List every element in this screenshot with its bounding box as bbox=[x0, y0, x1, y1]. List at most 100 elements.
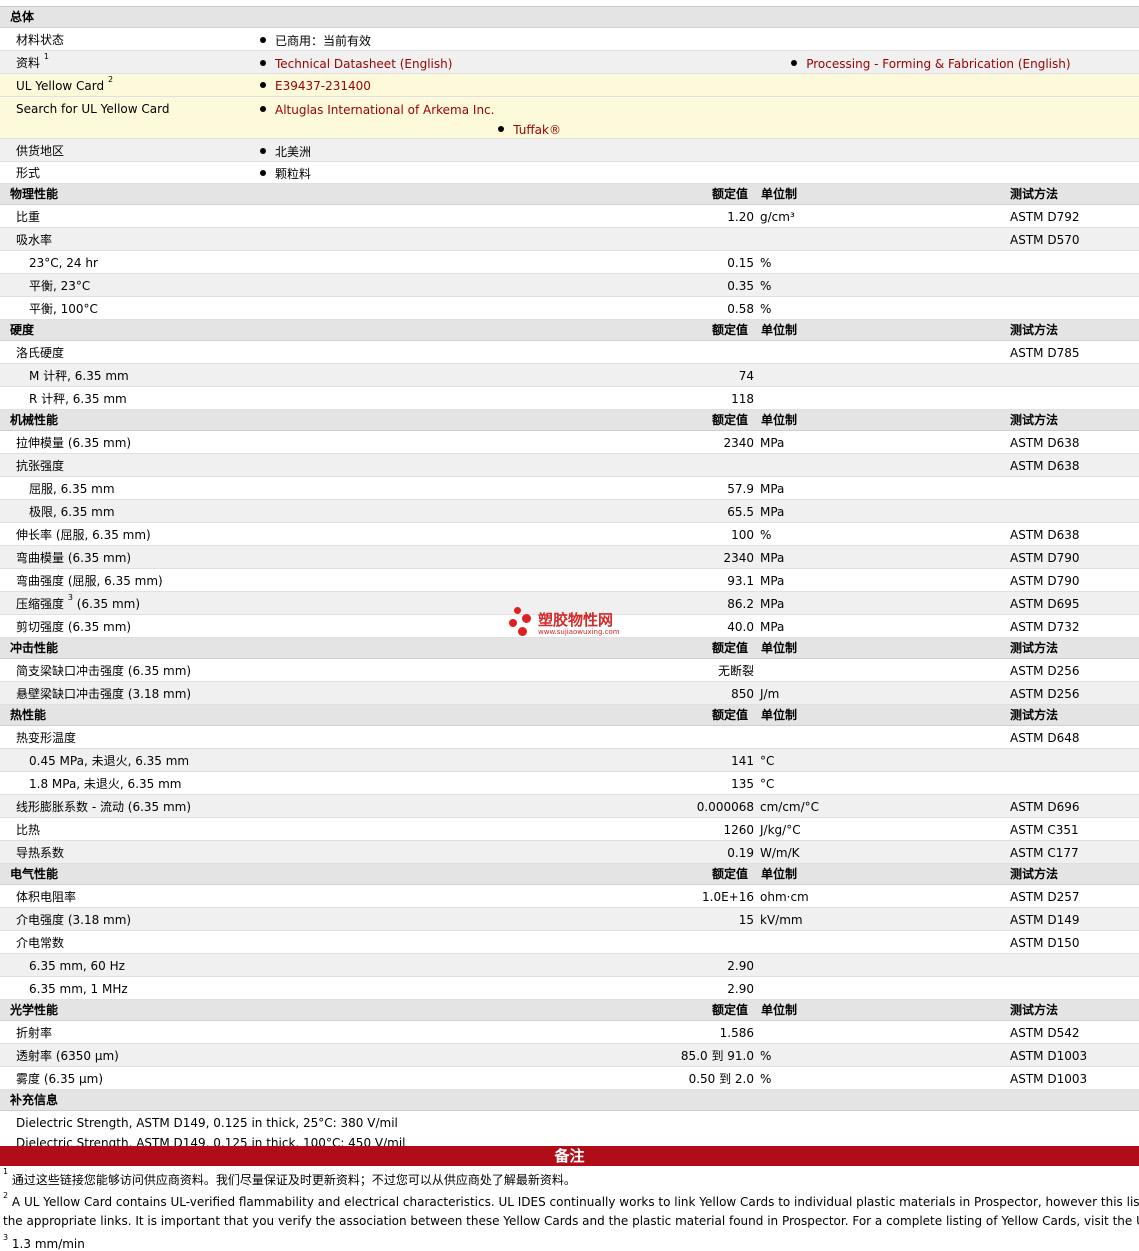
tuffak-link[interactable]: Tuffak® bbox=[498, 123, 561, 137]
property-label: 介电强度 (3.18 mm) bbox=[16, 913, 132, 927]
property-row: 6.35 mm, 60 Hz 2.90 bbox=[0, 954, 1139, 977]
row-value: 北美洲 bbox=[260, 145, 311, 159]
supplement-line: Dielectric Strength, ASTM D149, 0.125 in… bbox=[16, 1116, 398, 1130]
property-unit: ohm·cm bbox=[760, 890, 809, 904]
property-method: ASTM C351 bbox=[1010, 823, 1079, 837]
property-label: 雾度 (6.35 µm) bbox=[16, 1072, 104, 1086]
property-row: 平衡, 23°C 0.35% bbox=[0, 274, 1139, 297]
section-title: 电气性能 bbox=[10, 867, 59, 881]
property-label: 吸水率 bbox=[16, 233, 53, 247]
property-row: 热变形温度 ASTM D648 bbox=[0, 726, 1139, 749]
property-row: 吸水率 ASTM D570 bbox=[0, 228, 1139, 251]
property-method: ASTM D790 bbox=[1010, 574, 1080, 588]
row-label: 材料状态 bbox=[16, 33, 65, 47]
property-value: 0.19 bbox=[727, 846, 754, 860]
row-value: 已商用：当前有效 bbox=[260, 34, 371, 48]
ul-yellow-card-row: UL Yellow Card 2 E39437-231400 bbox=[0, 74, 1139, 97]
property-label: 屈服, 6.35 mm bbox=[29, 482, 115, 496]
property-row: M 计秤, 6.35 mm 74 bbox=[0, 364, 1139, 387]
property-value: 93.1 bbox=[727, 574, 754, 588]
property-method: ASTM D638 bbox=[1010, 436, 1080, 450]
property-unit: % bbox=[760, 1049, 772, 1063]
docs-row: 资料 1 Technical Datasheet (English) Proce… bbox=[0, 51, 1139, 74]
property-row: 平衡, 100°C 0.58% bbox=[0, 297, 1139, 320]
property-unit: MPa bbox=[760, 436, 785, 450]
altuglas-link[interactable]: Altuglas International of Arkema Inc. bbox=[260, 103, 494, 117]
row-label: 资料 1 bbox=[16, 52, 49, 70]
section-header: 硬度 额定值 单位制 测试方法 bbox=[0, 320, 1139, 341]
column-header-method: 测试方法 bbox=[1010, 641, 1059, 655]
property-label: 平衡, 23°C bbox=[29, 279, 91, 293]
column-header-value: 额定值 bbox=[712, 867, 749, 881]
property-label: R 计秤, 6.35 mm bbox=[29, 392, 127, 406]
property-method: ASTM D638 bbox=[1010, 528, 1080, 542]
property-method: ASTM D696 bbox=[1010, 800, 1080, 814]
property-value: 无断裂 bbox=[717, 664, 754, 678]
property-label: 悬壁梁缺口冲击强度 (3.18 mm) bbox=[16, 687, 192, 701]
property-value: 141 bbox=[731, 754, 754, 768]
property-label: 弯曲模量 (6.35 mm) bbox=[16, 551, 132, 565]
note-2: 2 A UL Yellow Card contains UL-verified … bbox=[3, 1191, 1139, 1209]
ul-card-link[interactable]: E39437-231400 bbox=[260, 79, 371, 93]
section-title: 总体 bbox=[10, 10, 35, 24]
property-row: 简支梁缺口冲击强度 (6.35 mm) 无断裂 ASTM D256 bbox=[0, 659, 1139, 682]
form-row: 形式 颗粒料 bbox=[0, 162, 1139, 184]
property-label: 抗张强度 bbox=[16, 459, 65, 473]
property-unit: MPa bbox=[760, 597, 785, 611]
column-header-unit: 单位制 bbox=[761, 867, 798, 881]
section-title: 硬度 bbox=[10, 323, 35, 337]
property-label: 透射率 (6350 µm) bbox=[16, 1049, 119, 1063]
column-header-unit: 单位制 bbox=[761, 413, 798, 427]
property-method: ASTM D1003 bbox=[1010, 1072, 1088, 1086]
property-label: 拉伸模量 (6.35 mm) bbox=[16, 436, 132, 450]
property-row: 弯曲模量 (6.35 mm) 2340 MPa ASTM D790 bbox=[0, 546, 1139, 569]
section-header: 电气性能 额定值 单位制 测试方法 bbox=[0, 864, 1139, 885]
property-row: R 计秤, 6.35 mm 118 bbox=[0, 387, 1139, 410]
property-label: 比重 bbox=[16, 210, 41, 224]
column-header-value: 额定值 bbox=[712, 1003, 749, 1017]
property-row: 雾度 (6.35 µm) 0.50 到 2.0% ASTM D1003 bbox=[0, 1067, 1139, 1090]
property-method: ASTM D638 bbox=[1010, 459, 1080, 473]
property-row: 抗张强度 ASTM D638 bbox=[0, 454, 1139, 477]
column-header-method: 测试方法 bbox=[1010, 187, 1059, 201]
property-row: 介电强度 (3.18 mm) 15 kV/mm ASTM D149 bbox=[0, 908, 1139, 931]
property-value: 135 bbox=[731, 777, 754, 791]
row-value: 颗粒料 bbox=[260, 167, 311, 181]
material-status-row: 材料状态 已商用：当前有效 bbox=[0, 28, 1139, 51]
property-method: ASTM D150 bbox=[1010, 936, 1080, 950]
property-row: 弯曲强度 (屈服, 6.35 mm) 93.1 MPa ASTM D790 bbox=[0, 569, 1139, 592]
property-unit: % bbox=[760, 302, 772, 316]
property-label: 体积电阻率 bbox=[16, 890, 77, 904]
datasheet: 总体 材料状态 已商用：当前有效 资料 1 Technical Datashee… bbox=[0, 0, 1139, 1153]
property-method: ASTM D695 bbox=[1010, 597, 1080, 611]
technical-datasheet-link[interactable]: Technical Datasheet (English) bbox=[260, 57, 452, 71]
property-method: ASTM D1003 bbox=[1010, 1049, 1088, 1063]
property-label: 导热系数 bbox=[16, 846, 65, 860]
property-value: 85.0 到 91.0 bbox=[680, 1049, 754, 1063]
row-label: Search for UL Yellow Card bbox=[16, 102, 170, 116]
property-method: ASTM D790 bbox=[1010, 551, 1080, 565]
property-unit: °C bbox=[760, 777, 775, 791]
property-unit: % bbox=[760, 528, 772, 542]
property-method: ASTM D792 bbox=[1010, 210, 1080, 224]
property-label: 洛氏硬度 bbox=[16, 346, 65, 360]
property-value: 65.5 bbox=[727, 505, 754, 519]
property-row: 洛氏硬度 ASTM D785 bbox=[0, 341, 1139, 364]
property-row: 体积电阻率 1.0E+16 ohm·cm ASTM D257 bbox=[0, 885, 1139, 908]
property-value: 0.15 bbox=[727, 256, 754, 270]
note-1: 1 通过这些链接您能够访问供应商资料。我们尽量保证及时更新资料；不过您可以从供应… bbox=[3, 1167, 576, 1187]
watermark-logo: 塑胶物性网 www.sujiaowuxing.com bbox=[506, 605, 646, 641]
processing-link[interactable]: Processing - Forming & Fabrication (Engl… bbox=[791, 57, 1070, 71]
property-method: ASTM D257 bbox=[1010, 890, 1080, 904]
supplement-header: 补充信息 bbox=[0, 1090, 1139, 1111]
property-unit: % bbox=[760, 279, 772, 293]
row-label: 供货地区 bbox=[16, 144, 65, 158]
property-value: 118 bbox=[731, 392, 754, 406]
section-header: 冲击性能 额定值 单位制 测试方法 bbox=[0, 638, 1139, 659]
property-row: 0.45 MPa, 未退火, 6.35 mm 141 °C bbox=[0, 749, 1139, 772]
property-value: 0.000068 bbox=[696, 800, 754, 814]
property-value: 850 bbox=[731, 687, 754, 701]
column-header-value: 额定值 bbox=[712, 187, 749, 201]
property-unit: MPa bbox=[760, 551, 785, 565]
property-value: 1260 bbox=[723, 823, 754, 837]
